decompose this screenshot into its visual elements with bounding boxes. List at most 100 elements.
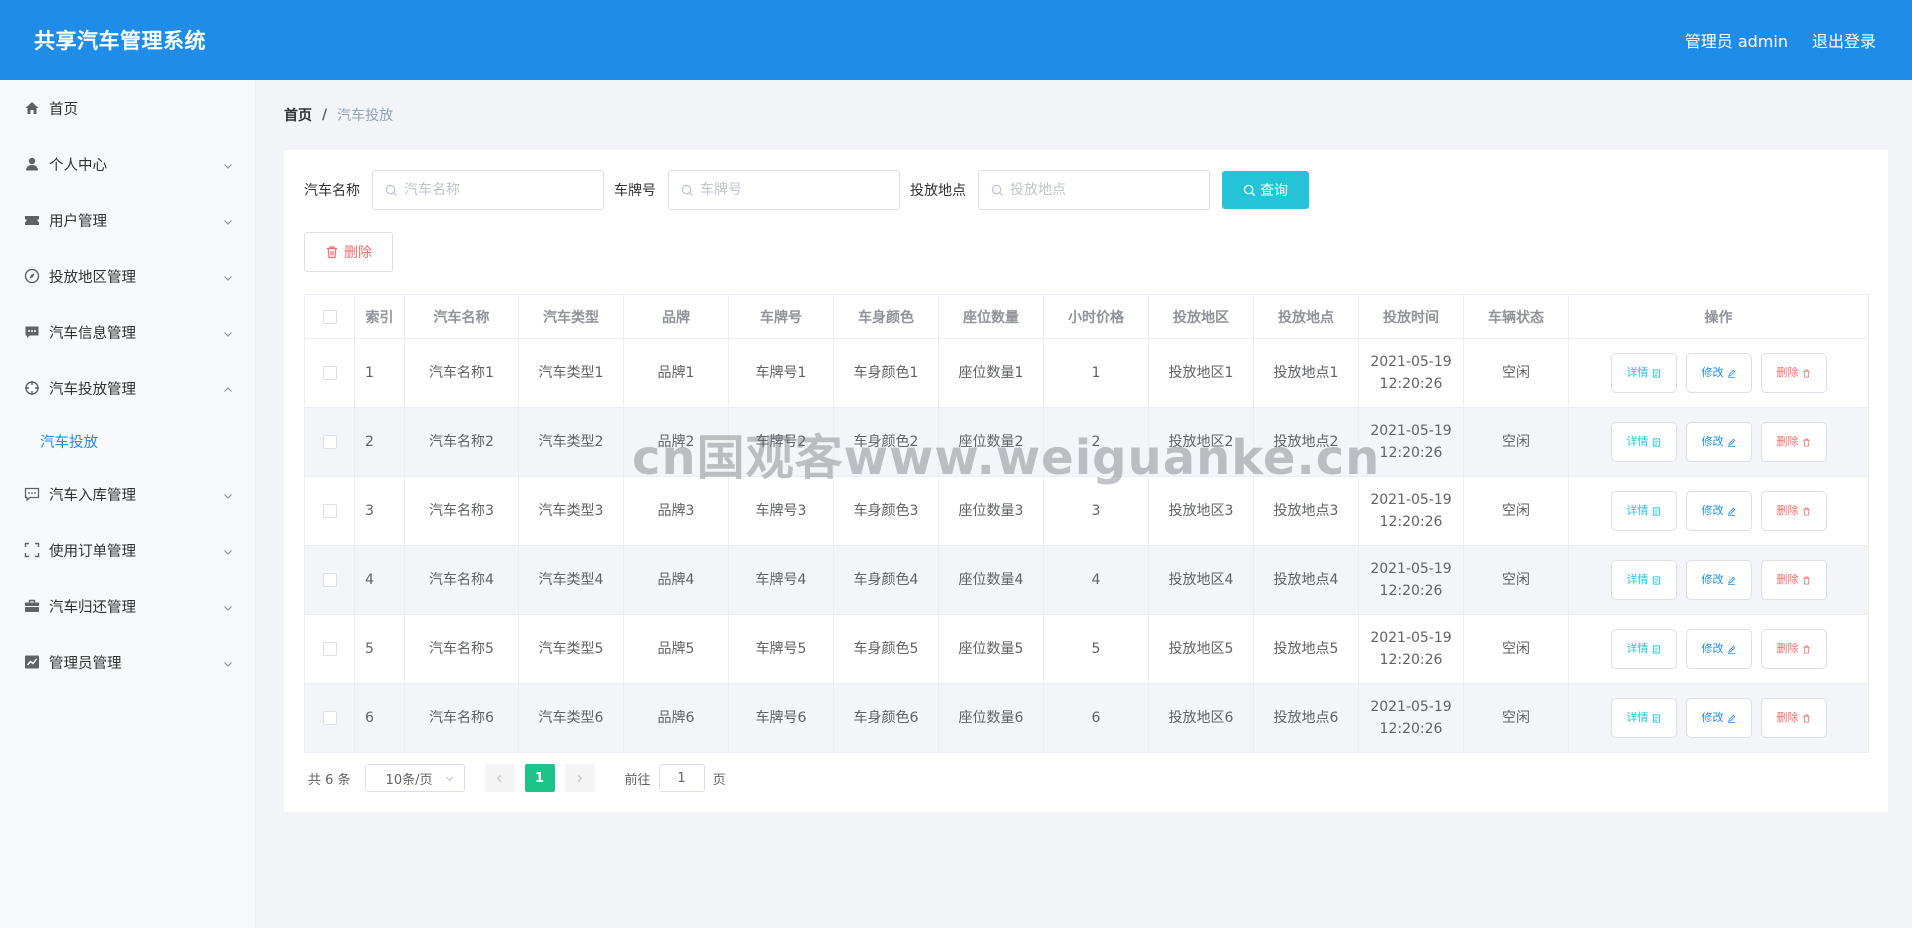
row-checkbox[interactable]: [322, 366, 337, 380]
deploy-time: 12:20:26: [1379, 514, 1443, 530]
detail-button[interactable]: 详情: [1610, 629, 1677, 669]
cell-location: 投放地点1: [1253, 338, 1359, 408]
cell-seats: 座位数量2: [938, 407, 1044, 477]
page-size-value: 10条/页: [385, 772, 433, 788]
cell-seats: 座位数量5: [938, 614, 1044, 684]
cell-deploy-time: 2021-05-19 12:20:26: [1358, 407, 1464, 477]
cell-name: 汽车名称6: [404, 683, 519, 753]
compass-icon: [24, 268, 40, 284]
next-page-button[interactable]: [564, 764, 595, 792]
page-jump-input[interactable]: [658, 764, 705, 792]
delete-button[interactable]: 删除: [1760, 353, 1827, 393]
cell-location: 投放地点4: [1253, 545, 1359, 615]
deploy-time: 12:20:26: [1379, 376, 1443, 392]
sidebar-item-home[interactable]: 首页: [0, 80, 255, 136]
sidebar-subitem-car-deploy[interactable]: 汽车投放: [0, 416, 255, 466]
sidebar-item-label: 汽车入库管理: [49, 487, 136, 504]
delete-button[interactable]: 删除: [1760, 698, 1827, 738]
edit-icon: [1727, 714, 1735, 723]
table-row: 6 汽车名称6 汽车类型6 品牌6 车牌号6 车身颜色6 座位数量6 6 投放地区6 投放地点6 2…: [304, 683, 1869, 753]
user-menu[interactable]: 管理员 admin: [1685, 28, 1788, 52]
sidebar-item-car-return[interactable]: 汽车归还管理: [0, 578, 255, 634]
cell-price: 3: [1043, 476, 1149, 546]
ticket-icon: [24, 212, 40, 228]
cell-deploy-time: 2021-05-19 12:20:26: [1358, 614, 1464, 684]
breadcrumb-home[interactable]: 首页: [284, 105, 312, 125]
cell-type: 汽车类型4: [518, 545, 624, 615]
table-row: 3 汽车名称3 汽车类型3 品牌3 车牌号3 车身颜色3 座位数量3 3 投放地区3 投放地点3 2…: [304, 476, 1869, 546]
page-size-select[interactable]: 10条/页: [364, 764, 465, 792]
edit-button[interactable]: 修改: [1685, 422, 1752, 462]
cell-name: 汽车名称5: [404, 614, 519, 684]
sidebar-item-profile[interactable]: 个人中心: [0, 136, 255, 192]
trash-icon: [1802, 645, 1810, 654]
search-button-label: 查询: [1260, 183, 1288, 199]
car-name-input[interactable]: [404, 182, 594, 198]
location-input[interactable]: [1010, 182, 1200, 198]
column-header: 汽车名称: [404, 294, 519, 339]
sidebar-item-label: 汽车投放管理: [49, 381, 136, 398]
edit-button[interactable]: 修改: [1685, 698, 1752, 738]
sidebar-item-regions[interactable]: 投放地区管理: [0, 248, 255, 304]
cell-index: 4: [354, 545, 405, 615]
home-icon: [24, 100, 40, 116]
edit-button[interactable]: 修改: [1685, 629, 1752, 669]
detail-button[interactable]: 详情: [1610, 353, 1677, 393]
cell-actions: 详情 修改 删除: [1568, 476, 1869, 546]
delete-button[interactable]: 删除: [1760, 560, 1827, 600]
delete-button[interactable]: 删除: [1760, 629, 1827, 669]
logout-button[interactable]: 退出登录: [1812, 28, 1876, 52]
cell-seats: 座位数量3: [938, 476, 1044, 546]
search-icon: [681, 184, 694, 196]
cell-seats: 座位数量1: [938, 338, 1044, 408]
plate-input[interactable]: [700, 182, 890, 198]
detail-button[interactable]: 详情: [1610, 560, 1677, 600]
edit-button[interactable]: 修改: [1685, 560, 1752, 600]
chevron-down-icon: [223, 657, 233, 667]
delete-button[interactable]: 删除: [1760, 491, 1827, 531]
chevron-up-icon: [223, 383, 233, 393]
sidebar-item-users[interactable]: 用户管理: [0, 192, 255, 248]
chart-icon: [24, 654, 40, 670]
plate-field[interactable]: [668, 170, 900, 210]
table-row: 5 汽车名称5 汽车类型5 品牌5 车牌号5 车身颜色5 座位数量5 5 投放地区5 投放地点5 2…: [304, 614, 1869, 684]
column-header: 品牌: [623, 294, 729, 339]
detail-button[interactable]: 详情: [1610, 491, 1677, 531]
user-icon: [24, 156, 40, 172]
delete-label: 删除: [1776, 366, 1799, 379]
location-field[interactable]: [978, 170, 1210, 210]
column-header: 汽车类型: [518, 294, 624, 339]
edit-button[interactable]: 修改: [1685, 491, 1752, 531]
column-header: 座位数量: [938, 294, 1044, 339]
page-number-current[interactable]: 1: [524, 764, 555, 792]
batch-delete-button[interactable]: 删除: [304, 232, 393, 272]
select-all-checkbox[interactable]: [322, 309, 337, 324]
row-checkbox[interactable]: [322, 711, 337, 725]
cell-actions: 详情 修改 删除: [1568, 338, 1869, 408]
deploy-time: 12:20:26: [1379, 583, 1443, 599]
deploy-time: 12:20:26: [1379, 652, 1443, 668]
trash-icon: [1802, 438, 1810, 447]
sidebar-item-label: 管理员管理: [49, 655, 122, 672]
column-header: 索引: [354, 294, 405, 339]
row-checkbox[interactable]: [322, 642, 337, 656]
detail-button[interactable]: 详情: [1610, 422, 1677, 462]
row-checkbox[interactable]: [322, 435, 337, 449]
cell-plate: 车牌号1: [728, 338, 834, 408]
delete-button[interactable]: 删除: [1760, 422, 1827, 462]
chevron-down-icon: [223, 159, 233, 169]
edit-button[interactable]: 修改: [1685, 353, 1752, 393]
sidebar-item-car-deploy[interactable]: 汽车投放管理: [0, 360, 255, 416]
detail-button[interactable]: 详情: [1610, 698, 1677, 738]
sidebar-item-car-info[interactable]: 汽车信息管理: [0, 304, 255, 360]
car-name-field[interactable]: [372, 170, 604, 210]
breadcrumb: 首页 / 汽车投放: [284, 105, 393, 125]
search-button[interactable]: 查询: [1222, 171, 1309, 209]
sidebar-item-car-storage[interactable]: 汽车入库管理: [0, 466, 255, 522]
row-checkbox[interactable]: [322, 573, 337, 587]
prev-page-button[interactable]: [484, 764, 515, 792]
delete-label: 删除: [1776, 435, 1799, 448]
row-checkbox[interactable]: [322, 504, 337, 518]
sidebar-item-orders[interactable]: 使用订单管理: [0, 522, 255, 578]
sidebar-item-admins[interactable]: 管理员管理: [0, 634, 255, 690]
